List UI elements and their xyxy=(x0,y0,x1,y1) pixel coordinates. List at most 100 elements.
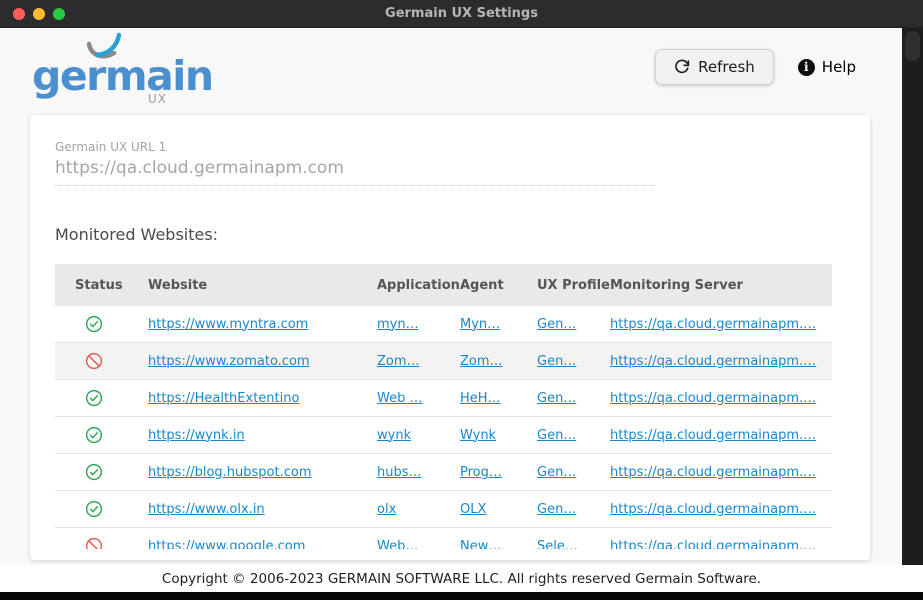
titlebar: Germain UX Settings xyxy=(0,0,923,28)
agent-link[interactable]: HeH… xyxy=(460,391,501,406)
monitoring-server-link[interactable]: https://qa.cloud.germainapm.… xyxy=(610,317,816,332)
monitoring-server-link[interactable]: https://qa.cloud.germainapm.… xyxy=(610,465,816,480)
application-link[interactable]: Zom… xyxy=(377,354,420,369)
ux-profile-cell: Gen… xyxy=(537,502,610,517)
monitoring-server-link[interactable]: https://qa.cloud.germainapm.… xyxy=(610,539,816,550)
agent-link[interactable]: OLX xyxy=(460,502,486,517)
status-cell xyxy=(55,500,148,518)
application-cell: hubs… xyxy=(377,465,460,480)
settings-card: Germain UX URL 1 https://qa.cloud.germai… xyxy=(30,115,870,560)
website-cell: https://www.google.com xyxy=(148,539,377,550)
monitoring-server-cell: https://qa.cloud.germainapm.… xyxy=(610,428,832,443)
ux-profile-link[interactable]: Gen… xyxy=(537,391,576,406)
agent-cell: New… xyxy=(460,539,537,550)
status-blocked-icon xyxy=(85,352,103,370)
info-icon: i xyxy=(798,59,815,76)
ux-profile-link[interactable]: Gen… xyxy=(537,428,576,443)
agent-cell: HeH… xyxy=(460,391,537,406)
copyright-text: Copyright © 2006-2023 GERMAIN SOFTWARE L… xyxy=(162,571,761,587)
footer: Copyright © 2006-2023 GERMAIN SOFTWARE L… xyxy=(0,565,923,592)
monitoring-server-link[interactable]: https://qa.cloud.germainapm.… xyxy=(610,428,816,443)
close-window-button[interactable] xyxy=(13,8,25,20)
agent-link[interactable]: Myn… xyxy=(460,317,500,332)
ux-profile-link[interactable]: Gen… xyxy=(537,354,576,369)
refresh-icon xyxy=(674,59,690,75)
website-link[interactable]: https://HealthExtentino xyxy=(148,391,299,406)
website-cell: https://HealthExtentino xyxy=(148,391,377,406)
application-cell: olx xyxy=(377,502,460,517)
application-link[interactable]: myn… xyxy=(377,317,419,332)
status-cell xyxy=(55,426,148,444)
status-cell xyxy=(55,315,148,333)
scrollbar-thumb[interactable] xyxy=(905,31,920,61)
column-header-agent: Agent xyxy=(460,278,537,293)
monitoring-server-link[interactable]: https://qa.cloud.germainapm.… xyxy=(610,502,816,517)
minimize-window-button[interactable] xyxy=(33,8,45,20)
application-link[interactable]: wynk xyxy=(377,428,411,443)
agent-cell: Myn… xyxy=(460,317,537,332)
application-link[interactable]: olx xyxy=(377,502,396,517)
help-button-label: Help xyxy=(822,58,856,76)
monitoring-server-link[interactable]: https://qa.cloud.germainapm.… xyxy=(610,391,816,406)
help-button[interactable]: i Help xyxy=(798,58,856,76)
agent-link[interactable]: Prog… xyxy=(460,465,502,480)
refresh-button-label: Refresh xyxy=(698,58,755,76)
table-row: https://www.olx.in olx OLX Gen… https://qa.c… xyxy=(55,491,832,528)
website-cell: https://blog.hubspot.com xyxy=(148,465,377,480)
status-blocked-icon xyxy=(85,537,103,549)
website-link[interactable]: https://www.olx.in xyxy=(148,502,265,517)
application-cell: Web… xyxy=(377,539,460,550)
table-row: https://www.zomato.com Zom… Zom… Gen… https:… xyxy=(55,343,832,380)
url-field-input[interactable]: https://qa.cloud.germainapm.com xyxy=(55,158,655,178)
application-link[interactable]: Web … xyxy=(377,391,422,406)
website-link[interactable]: https://www.google.com xyxy=(148,539,305,550)
monitoring-server-link[interactable]: https://qa.cloud.germainapm.… xyxy=(610,354,816,369)
germain-logo: germain UX xyxy=(30,40,180,106)
table-row: https://blog.hubspot.com hubs… Prog… Gen… ht… xyxy=(55,454,832,491)
table-body: https://www.myntra.commyn…Myn…Gen…https:… xyxy=(55,306,832,549)
monitored-websites-table: StatusWebsiteApplicationAgentUX ProfileM… xyxy=(55,264,832,549)
ux-profile-link[interactable]: Gen… xyxy=(537,317,576,332)
website-cell: https://www.olx.in xyxy=(148,502,377,517)
ux-profile-link[interactable]: Gen… xyxy=(537,502,576,517)
agent-link[interactable]: Zom… xyxy=(460,354,503,369)
status-ok-icon xyxy=(85,463,103,481)
monitoring-server-cell: https://qa.cloud.germainapm.… xyxy=(610,539,832,550)
agent-link[interactable]: Wynk xyxy=(460,428,496,443)
website-link[interactable]: https://blog.hubspot.com xyxy=(148,465,312,480)
monitoring-server-cell: https://qa.cloud.germainapm.… xyxy=(610,317,832,332)
application-cell: wynk xyxy=(377,428,460,443)
website-link[interactable]: https://wynk.in xyxy=(148,428,245,443)
column-header-monitoring-server: Monitoring Server xyxy=(610,278,832,293)
agent-link[interactable]: New… xyxy=(460,539,501,550)
table-header-row: StatusWebsiteApplicationAgentUX ProfileM… xyxy=(55,264,832,306)
website-cell: https://www.myntra.com xyxy=(148,317,377,332)
ux-profile-cell: Sele… xyxy=(537,539,610,550)
germain-url-field: Germain UX URL 1 https://qa.cloud.germai… xyxy=(55,140,655,186)
maximize-window-button[interactable] xyxy=(53,8,65,20)
ux-profile-link[interactable]: Gen… xyxy=(537,465,576,480)
status-cell xyxy=(55,389,148,407)
website-cell: https://www.zomato.com xyxy=(148,354,377,369)
website-link[interactable]: https://www.myntra.com xyxy=(148,317,308,332)
header-actions: Refresh i Help xyxy=(655,49,856,85)
application-cell: Web … xyxy=(377,391,460,406)
monitoring-server-cell: https://qa.cloud.germainapm.… xyxy=(610,391,832,406)
window-bottom-edge xyxy=(0,592,923,600)
window-scrollbar[interactable] xyxy=(902,28,923,565)
agent-cell: Prog… xyxy=(460,465,537,480)
status-ok-icon xyxy=(85,315,103,333)
application-link[interactable]: Web… xyxy=(377,539,418,550)
app-window: Germain UX Settings germain UX Refresh i… xyxy=(0,0,923,600)
refresh-button[interactable]: Refresh xyxy=(655,49,774,85)
agent-cell: Wynk xyxy=(460,428,537,443)
application-link[interactable]: hubs… xyxy=(377,465,422,480)
logo-wordmark: germain xyxy=(32,56,213,97)
ux-profile-link[interactable]: Sele… xyxy=(537,539,578,550)
application-cell: Zom… xyxy=(377,354,460,369)
ux-profile-cell: Gen… xyxy=(537,391,610,406)
ux-profile-cell: Gen… xyxy=(537,354,610,369)
website-link[interactable]: https://www.zomato.com xyxy=(148,354,310,369)
status-ok-icon xyxy=(85,426,103,444)
column-header-ux-profile: UX Profile xyxy=(537,278,610,293)
